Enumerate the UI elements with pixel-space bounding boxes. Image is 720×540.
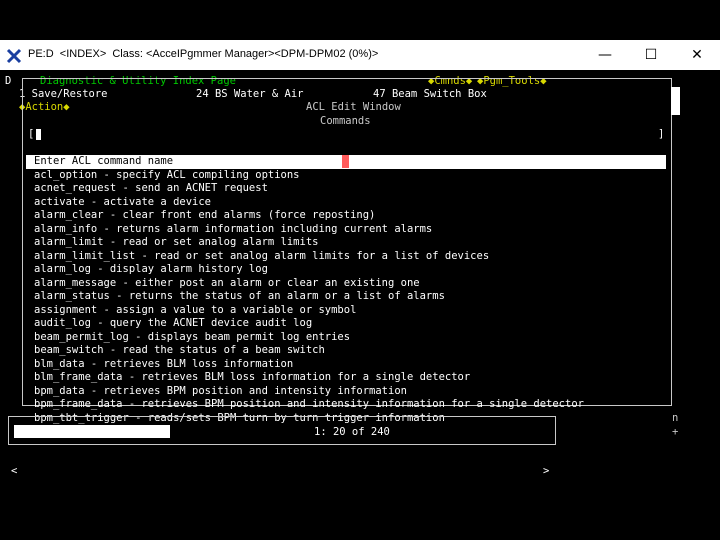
command-list-item[interactable]: alarm_info - returns alarm information i… xyxy=(26,223,666,237)
command-list-item[interactable]: activate - activate a device xyxy=(26,196,666,210)
command-input[interactable] xyxy=(44,128,654,141)
command-list-item[interactable]: alarm_message - either post an alarm or … xyxy=(26,277,666,291)
command-list-item[interactable]: alarm_status - returns the status of an … xyxy=(26,290,666,304)
command-input-left-bracket: [ xyxy=(28,128,35,140)
minimize-button[interactable]: — xyxy=(582,40,628,70)
command-list-item[interactable]: alarm_limit_list - read or set analog al… xyxy=(26,250,666,264)
command-list-item[interactable]: bpm_frame_data - retrieves BPM position … xyxy=(26,398,666,412)
scrollbar-thumb[interactable] xyxy=(671,87,680,115)
command-list-item[interactable]: assignment - assign a value to a variabl… xyxy=(26,304,666,318)
command-list-item[interactable]: blm_data - retrieves BLM loss informatio… xyxy=(26,358,666,372)
command-input-right-bracket: ] xyxy=(658,128,665,140)
command-list-item[interactable]: beam_switch - read the status of a beam … xyxy=(26,344,666,358)
command-list-item[interactable]: alarm_clear - clear front end alarms (fo… xyxy=(26,209,666,223)
selection-caret xyxy=(342,155,349,168)
maximize-button[interactable]: ☐ xyxy=(628,40,674,70)
app-x-icon xyxy=(6,48,22,64)
command-list-item[interactable]: bpm_data - retrieves BPM position and in… xyxy=(26,385,666,399)
command-list-item[interactable]: blm_frame_data - retrieves BLM loss info… xyxy=(26,371,666,385)
window-title: PE:D <INDEX> Class: <AcceIPgmmer Manager… xyxy=(28,48,379,60)
command-list[interactable]: Enter ACL command name acl_option - speci… xyxy=(26,155,666,425)
command-list-item[interactable]: alarm_log - display alarm history log xyxy=(26,263,666,277)
side-letter-p: p xyxy=(672,128,679,140)
close-button[interactable]: ✕ xyxy=(674,40,720,70)
command-list-item[interactable]: beam_permit_log - displays beam permit l… xyxy=(26,331,666,345)
side-letter-n: n xyxy=(672,412,679,424)
side-plus: + xyxy=(672,426,679,438)
command-list-item[interactable]: audit_log - query the ACNET device audit… xyxy=(26,317,666,331)
commands-label: Commands xyxy=(320,115,371,129)
command-list-item[interactable]: acl_option - specify ACL compiling optio… xyxy=(26,169,666,183)
bottom-left-arrow[interactable]: < xyxy=(11,465,17,479)
bottom-input-field[interactable] xyxy=(14,425,170,438)
row-marker: D xyxy=(5,75,12,87)
title-bar[interactable]: PE:D <INDEX> Class: <AcceIPgmmer Manager… xyxy=(0,40,720,70)
bottom-right-arrow[interactable]: > xyxy=(543,465,549,479)
command-list-item[interactable]: alarm_limit - read or set analog alarm l… xyxy=(26,236,666,250)
text-cursor xyxy=(36,129,41,140)
command-list-item[interactable]: acnet_request - send an ACNET request xyxy=(26,182,666,196)
